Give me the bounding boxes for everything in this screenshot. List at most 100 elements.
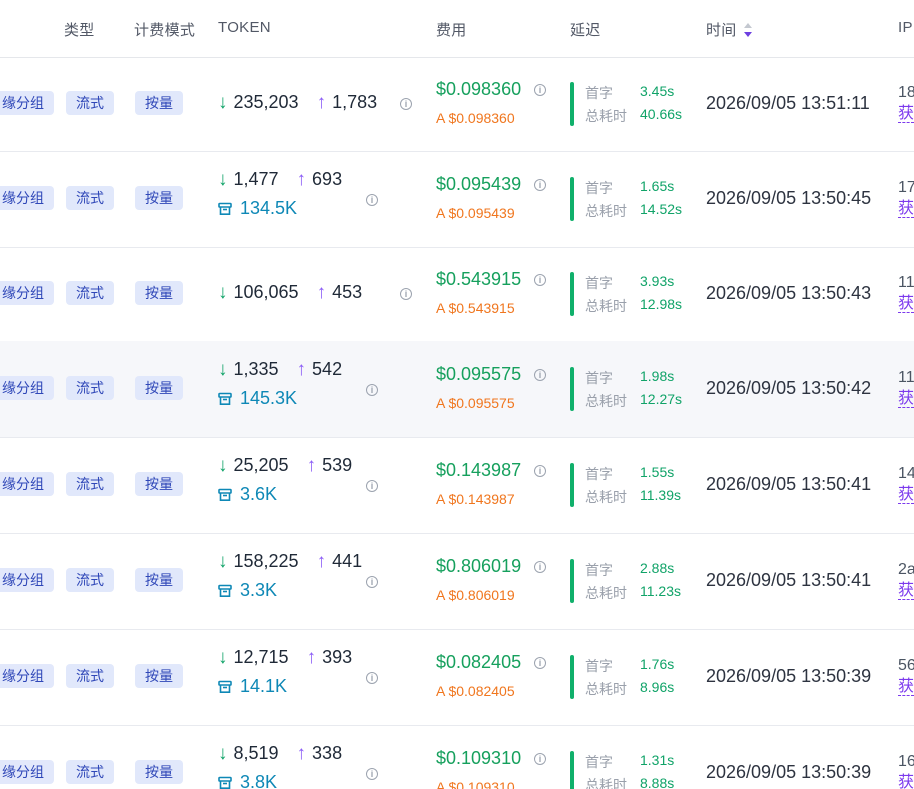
table-row: 缘分组 流式 按量 ↓ 1,477 ↑ 693 134.5K i $0.095439 … bbox=[0, 151, 914, 248]
header-latency: 延迟 bbox=[570, 22, 601, 39]
billing-tag: 按量 bbox=[135, 568, 183, 592]
info-circle-icon[interactable]: i bbox=[534, 274, 546, 286]
cost-value: $0.095439 bbox=[436, 174, 522, 194]
output-tokens: 693 bbox=[312, 169, 343, 189]
input-tokens: 158,225 bbox=[233, 551, 299, 571]
group-tag: 缘分组 bbox=[0, 472, 54, 496]
arrow-up-icon: ↑ bbox=[296, 743, 307, 764]
first-token-label: 首字 bbox=[585, 275, 613, 291]
input-tokens: 1,335 bbox=[233, 359, 279, 379]
info-circle-icon[interactable]: i bbox=[534, 84, 546, 96]
total-time: 12.27s bbox=[640, 391, 683, 407]
output-tokens: 441 bbox=[332, 551, 363, 571]
first-token-time: 1.55s bbox=[640, 464, 675, 480]
detail-link[interactable]: 获 bbox=[898, 391, 914, 408]
output-tokens: 338 bbox=[312, 743, 343, 763]
first-token-time: 2.88s bbox=[640, 560, 675, 576]
billing-tag: 按量 bbox=[135, 91, 183, 115]
header-token: TOKEN bbox=[218, 19, 271, 36]
table-row: 缘分组 流式 按量 ↓ 158,225 ↑ 441 3.3K i $0.806019 … bbox=[0, 533, 914, 630]
info-circle-icon[interactable]: i bbox=[366, 672, 378, 684]
latency-bar bbox=[570, 367, 574, 411]
request-time: 2026/09/05 13:50:42 bbox=[706, 378, 872, 398]
first-token-label: 首字 bbox=[585, 180, 613, 196]
cost-actual: A $0.806019 bbox=[436, 587, 515, 603]
cost-actual: A $0.143987 bbox=[436, 491, 515, 507]
table-row: 缘分组 流式 按量 ↓ 1,335 ↑ 542 145.3K i $0.095575 … bbox=[0, 341, 914, 438]
info-circle-icon[interactable]: i bbox=[400, 288, 412, 300]
request-time: 2026/09/05 13:50:45 bbox=[706, 188, 872, 208]
total-time-label: 总耗时 bbox=[585, 777, 627, 789]
usage-log-table: 类型 计费模式 TOKEN 费用 延迟 时间 IP 缘分组 流式 按量 ↓ 235… bbox=[0, 0, 914, 789]
group-tag: 缘分组 bbox=[0, 760, 54, 784]
billing-tag: 按量 bbox=[135, 760, 183, 784]
info-circle-icon[interactable]: i bbox=[366, 576, 378, 588]
info-circle-icon[interactable]: i bbox=[366, 194, 378, 206]
arrow-down-icon: ↓ bbox=[218, 455, 228, 476]
detail-link[interactable]: 获 bbox=[898, 679, 914, 696]
input-tokens: 12,715 bbox=[233, 647, 289, 667]
arrow-down-icon: ↓ bbox=[218, 551, 228, 572]
sort-arrows-icon[interactable] bbox=[743, 21, 753, 39]
first-token-time: 3.45s bbox=[640, 83, 675, 99]
arrow-up-icon: ↑ bbox=[296, 359, 307, 380]
cost-value: $0.082405 bbox=[436, 652, 522, 672]
cache-tokens: 3.6K bbox=[218, 484, 277, 506]
token-counts: ↓ 1,335 ↑ 542 bbox=[218, 359, 342, 381]
info-circle-icon[interactable]: i bbox=[400, 98, 412, 110]
billing-tag: 按量 bbox=[135, 186, 183, 210]
cache-value: 3.3K bbox=[240, 580, 278, 600]
type-tag: 流式 bbox=[66, 568, 114, 592]
arrow-up-icon: ↑ bbox=[316, 282, 327, 303]
info-circle-icon[interactable]: i bbox=[366, 384, 378, 396]
info-circle-icon[interactable]: i bbox=[534, 753, 546, 765]
cache-tokens: 14.1K bbox=[218, 676, 287, 698]
cost-actual: A $0.095439 bbox=[436, 205, 515, 221]
info-circle-icon[interactable]: i bbox=[534, 561, 546, 573]
detail-link[interactable]: 获 bbox=[898, 106, 914, 123]
cache-box-icon bbox=[218, 488, 232, 501]
total-time-label: 总耗时 bbox=[585, 681, 627, 697]
input-tokens: 8,519 bbox=[233, 743, 279, 763]
cost-actual: A $0.082405 bbox=[436, 683, 515, 699]
billing-tag: 按量 bbox=[135, 664, 183, 688]
info-circle-icon[interactable]: i bbox=[366, 768, 378, 780]
arrow-up-icon: ↑ bbox=[296, 169, 307, 190]
latency-bar bbox=[570, 177, 574, 221]
group-tag: 缘分组 bbox=[0, 376, 54, 400]
table-row: 缘分组 流式 按量 ↓ 25,205 ↑ 539 3.6K i $0.143987 i… bbox=[0, 437, 914, 534]
info-circle-icon[interactable]: i bbox=[534, 465, 546, 477]
info-circle-icon[interactable]: i bbox=[534, 369, 546, 381]
latency-bar bbox=[570, 751, 574, 789]
arrow-down-icon: ↓ bbox=[218, 282, 228, 303]
first-token-label: 首字 bbox=[585, 658, 613, 674]
token-counts: ↓ 8,519 ↑ 338 bbox=[218, 743, 342, 765]
header-time-sort[interactable]: 时间 bbox=[706, 19, 753, 40]
header-billing: 计费模式 bbox=[134, 22, 196, 39]
detail-link[interactable]: 获 bbox=[898, 583, 914, 600]
request-time: 2026/09/05 13:50:41 bbox=[706, 570, 872, 590]
cache-box-icon bbox=[218, 202, 232, 215]
cache-tokens: 145.3K bbox=[218, 388, 297, 410]
arrow-down-icon: ↓ bbox=[218, 647, 228, 668]
output-tokens: 393 bbox=[322, 647, 353, 667]
ip-value: 17 bbox=[898, 179, 914, 196]
info-circle-icon[interactable]: i bbox=[534, 179, 546, 191]
detail-link[interactable]: 获 bbox=[898, 775, 914, 789]
cost-value: $0.109310 bbox=[436, 748, 522, 768]
total-time: 14.52s bbox=[640, 201, 683, 217]
input-tokens: 25,205 bbox=[233, 455, 289, 475]
info-circle-icon[interactable]: i bbox=[534, 657, 546, 669]
total-time-label: 总耗时 bbox=[585, 393, 627, 409]
group-tag: 缘分组 bbox=[0, 186, 54, 210]
detail-link[interactable]: 获 bbox=[898, 201, 914, 218]
arrow-up-icon: ↑ bbox=[306, 647, 317, 668]
total-time-label: 总耗时 bbox=[585, 108, 627, 124]
header-ip: IP bbox=[898, 19, 913, 36]
detail-link[interactable]: 获 bbox=[898, 487, 914, 504]
total-time-label: 总耗时 bbox=[585, 298, 627, 314]
first-token-time: 1.98s bbox=[640, 368, 675, 384]
detail-link[interactable]: 获 bbox=[898, 296, 914, 313]
cost-value: $0.098360 bbox=[436, 79, 522, 99]
info-circle-icon[interactable]: i bbox=[366, 480, 378, 492]
